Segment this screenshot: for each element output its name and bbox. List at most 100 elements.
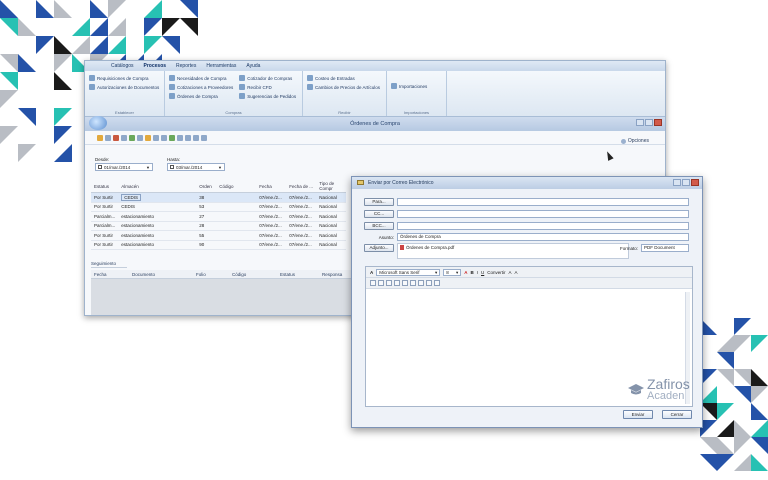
cc-button[interactable]: CC...: [364, 210, 394, 218]
para-field[interactable]: [397, 198, 689, 206]
ribbon-autorizaciones[interactable]: Autorizaciones de Documentos: [89, 84, 159, 90]
menu-item-procesos[interactable]: Procesos: [144, 63, 167, 69]
col-estatus[interactable]: Estatus: [91, 180, 119, 193]
convertir-button[interactable]: Convertir: [487, 270, 505, 275]
copy-icon[interactable]: [153, 134, 159, 141]
seg-col-estatus[interactable]: Estatus: [277, 272, 319, 277]
table-row[interactable]: Parcialm... estacionamiento 28 07/ene./2...…: [91, 221, 347, 231]
menu-item-reportes[interactable]: Reportes: [176, 63, 196, 69]
indent-icon[interactable]: [426, 280, 432, 286]
seg-col-fecha[interactable]: Fecha: [91, 272, 129, 277]
bcc-field[interactable]: [397, 222, 689, 230]
edit-icon[interactable]: [105, 134, 111, 141]
table-row[interactable]: Por Surtir CEDIS 38 07/ene./2... 07/ene./2..…: [91, 192, 347, 203]
filter-icon[interactable]: [185, 134, 191, 141]
menu-item-ayuda[interactable]: Ayuda: [246, 63, 260, 69]
ribbon-costeo[interactable]: Costeo de Entradas: [307, 75, 380, 81]
italic-icon[interactable]: I: [477, 270, 478, 275]
bold-icon[interactable]: B: [471, 270, 474, 275]
ribbon-necesidades[interactable]: Necesidades de Compra: [169, 75, 233, 81]
close-icon[interactable]: [654, 119, 662, 126]
table-cell-tipo: Nacional: [316, 230, 347, 241]
align-left-icon[interactable]: [370, 280, 376, 286]
minimize-icon[interactable]: [673, 179, 681, 186]
table-row[interactable]: Por Surtir CEDIS 53 07/ene./2... 07/ene./2..…: [91, 202, 347, 212]
col-tipo[interactable]: Tipo de Compr: [316, 180, 347, 193]
print-icon[interactable]: [121, 134, 127, 141]
align-right-icon[interactable]: [386, 280, 392, 286]
hasta-checkbox[interactable]: [170, 165, 174, 169]
decrease-font-icon[interactable]: A: [515, 270, 518, 275]
desde-checkbox[interactable]: [98, 165, 102, 169]
align-center-icon[interactable]: [378, 280, 384, 286]
seg-col-documento[interactable]: Documento: [129, 272, 193, 277]
seg-col-folio[interactable]: Folio: [193, 272, 229, 277]
email-icon[interactable]: [177, 134, 183, 141]
ribbon-sugerencias[interactable]: Sugerencias de Pedidos: [239, 93, 296, 99]
opciones-button[interactable]: Opciones: [620, 138, 649, 144]
asunto-field[interactable]: Órdenes de Compra: [397, 233, 689, 241]
close-icon[interactable]: [691, 179, 699, 186]
col-fecha[interactable]: Fecha: [256, 180, 287, 193]
bullet-list-icon[interactable]: [402, 280, 408, 286]
outdent-icon[interactable]: [418, 280, 424, 286]
col-almacen[interactable]: Almacén: [118, 180, 197, 193]
cerrar-button[interactable]: Cerrar: [662, 410, 692, 419]
menu-item-catalogos[interactable]: Catálogos: [111, 63, 134, 69]
new-icon[interactable]: [97, 134, 103, 141]
col-codigo[interactable]: Código: [216, 180, 257, 193]
decorative-triangle: [36, 0, 54, 18]
chart-icon[interactable]: [201, 134, 207, 141]
opciones-label: Opciones: [627, 138, 649, 144]
numbered-list-icon[interactable]: [410, 280, 416, 286]
font-size-select[interactable]: 8 ▾: [443, 268, 462, 276]
menu-item-herramientas[interactable]: Herramientas: [206, 63, 236, 69]
col-fecha-de[interactable]: Fecha de ...: [286, 180, 317, 193]
enviar-button[interactable]: Enviar: [623, 410, 653, 419]
font-style-icon[interactable]: A: [370, 270, 373, 275]
ribbon-cambios-precios[interactable]: Cambios de Precios de Artículos: [307, 84, 380, 90]
delete-icon[interactable]: [113, 134, 119, 141]
table-cell-fecha2: 07/ene./2...: [286, 192, 317, 203]
table-row[interactable]: Parcialm... estacionamiento 27 07/ene./2...…: [91, 211, 347, 222]
desde-date-picker[interactable]: 01/mar./2014 ▼: [95, 163, 153, 171]
seg-col-codigo[interactable]: Código: [229, 272, 277, 277]
justify-icon[interactable]: [394, 280, 400, 286]
minimize-icon[interactable]: [636, 119, 644, 126]
maximize-icon[interactable]: [645, 119, 653, 126]
orders-table: Estatus Almacén Orden Código Fecha Fecha…: [91, 180, 347, 250]
maximize-icon[interactable]: [682, 179, 690, 186]
folder-icon[interactable]: [145, 134, 151, 141]
underline-icon[interactable]: U: [481, 270, 484, 275]
increase-font-icon[interactable]: A: [509, 270, 512, 275]
col-orden[interactable]: Orden: [196, 180, 217, 193]
table-row[interactable]: Por Surtir estacionamiento 55 07/ene./2... 0…: [91, 230, 347, 241]
refresh-icon[interactable]: [129, 134, 135, 141]
adjunto-button[interactable]: Adjunto...: [364, 244, 394, 252]
export-icon[interactable]: [169, 134, 175, 141]
font-color-icon[interactable]: A: [464, 270, 467, 275]
ribbon-requisiciones[interactable]: Requisiciones de Compra: [89, 75, 159, 81]
cc-field[interactable]: [397, 210, 689, 218]
attachment-name[interactable]: Órdenes de Compra.pdf: [406, 245, 454, 257]
font-family-select[interactable]: Microsoft Sans Serif ▾: [376, 268, 441, 276]
seg-col-responsable[interactable]: Responsa: [319, 272, 349, 277]
editing-cell[interactable]: CEDIS: [121, 193, 142, 201]
seguimiento-tab[interactable]: Seguimiento: [91, 261, 127, 268]
table-row[interactable]: Por Surtir estacionamiento 90 07/ene./2... 0…: [91, 240, 347, 250]
formato-select[interactable]: PDF Document: [641, 244, 690, 252]
ribbon-cotizador[interactable]: Cotizador de Compras: [239, 75, 296, 81]
ribbon-importaciones[interactable]: Importaciones: [391, 83, 427, 89]
ribbon-recibir-cfd[interactable]: Recibir CFD: [239, 84, 296, 90]
ribbon-ordenes[interactable]: Órdenes de Compra: [169, 93, 233, 99]
grid-icon[interactable]: [161, 134, 167, 141]
bcc-button[interactable]: BCC...: [364, 222, 394, 230]
table-icon[interactable]: [434, 280, 440, 286]
ribbon-cotizaciones[interactable]: Cotizaciones a Proveedores: [169, 84, 233, 90]
hasta-value: 03/mar./2014: [176, 164, 203, 170]
ribbon-group-recibir: Costeo de Entradas Cambios de Precios de…: [303, 71, 387, 116]
search-icon[interactable]: [137, 134, 143, 141]
para-button[interactable]: Para...: [364, 198, 394, 206]
column-icon[interactable]: [193, 134, 199, 141]
hasta-date-picker[interactable]: 03/mar./2014 ▼: [167, 163, 225, 171]
